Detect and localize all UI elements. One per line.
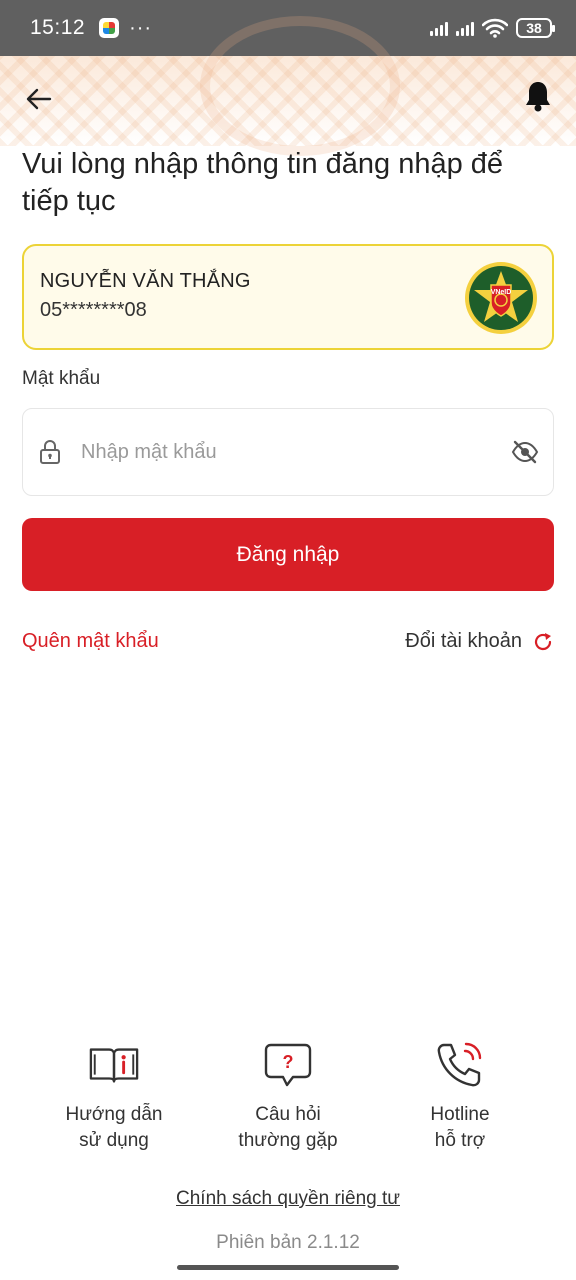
notification-button[interactable]: [520, 78, 556, 114]
login-button[interactable]: Đăng nhập: [22, 518, 554, 591]
switch-account-label: Đổi tài khoản: [405, 630, 522, 652]
app-version: Phiên bản 2.1.12: [216, 1232, 360, 1253]
privacy-policy-link[interactable]: Chính sách quyền riêng tư: [0, 1188, 576, 1210]
eye-off-icon[interactable]: [511, 438, 539, 466]
app-notification-icon: [99, 18, 120, 38]
page-title: Vui lòng nhập thông tin đăng nhập để tiế…: [22, 148, 504, 217]
lock-icon: [37, 439, 63, 465]
help-guide-label: Hướng dẫn sử dụng: [65, 1104, 163, 1151]
refresh-icon: [532, 631, 554, 653]
account-name: NGUYỄN VĂN THẮNG: [40, 270, 251, 292]
arrow-left-icon: [26, 88, 52, 110]
badge-text: VNeID: [491, 289, 512, 296]
header-decoration: [0, 16, 576, 156]
help-guide-button[interactable]: Hướng dẫn sử dụng: [34, 1040, 194, 1154]
switch-account-button[interactable]: Đổi tài khoản: [405, 630, 554, 653]
phone-ring-icon: [434, 1040, 486, 1090]
back-button[interactable]: [22, 82, 56, 116]
help-faq-label: Câu hỏi thường gặp: [238, 1104, 338, 1151]
signal-icon-2: [456, 20, 474, 36]
home-indicator[interactable]: [177, 1265, 399, 1270]
status-time: 15:12: [30, 16, 86, 39]
wifi-icon: [482, 18, 508, 38]
help-faq-button[interactable]: ? Câu hỏi thường gặp: [208, 1040, 368, 1154]
book-info-icon: [88, 1040, 140, 1090]
svg-text:?: ?: [283, 1052, 294, 1072]
help-hotline-label: Hotline hỗ trợ: [430, 1104, 490, 1151]
help-hotline-button[interactable]: Hotline hỗ trợ: [380, 1040, 540, 1154]
vneid-logo-icon: VNeID: [465, 262, 537, 334]
battery-icon: 38: [516, 18, 555, 38]
account-id: 05********08: [40, 299, 147, 321]
signal-icon: [430, 20, 448, 36]
bell-icon: [526, 82, 550, 112]
account-card: NGUYỄN VĂN THẮNG 05********08 VNeID: [22, 244, 554, 350]
status-indicators: 38: [430, 18, 555, 38]
forgot-password-link[interactable]: Quên mật khẩu: [22, 630, 159, 653]
password-label: Mật khẩu: [22, 368, 101, 389]
more-notifications-icon: ···: [129, 17, 153, 39]
chat-question-icon: ?: [262, 1040, 314, 1090]
password-field[interactable]: [22, 408, 554, 496]
password-input[interactable]: [81, 432, 511, 472]
